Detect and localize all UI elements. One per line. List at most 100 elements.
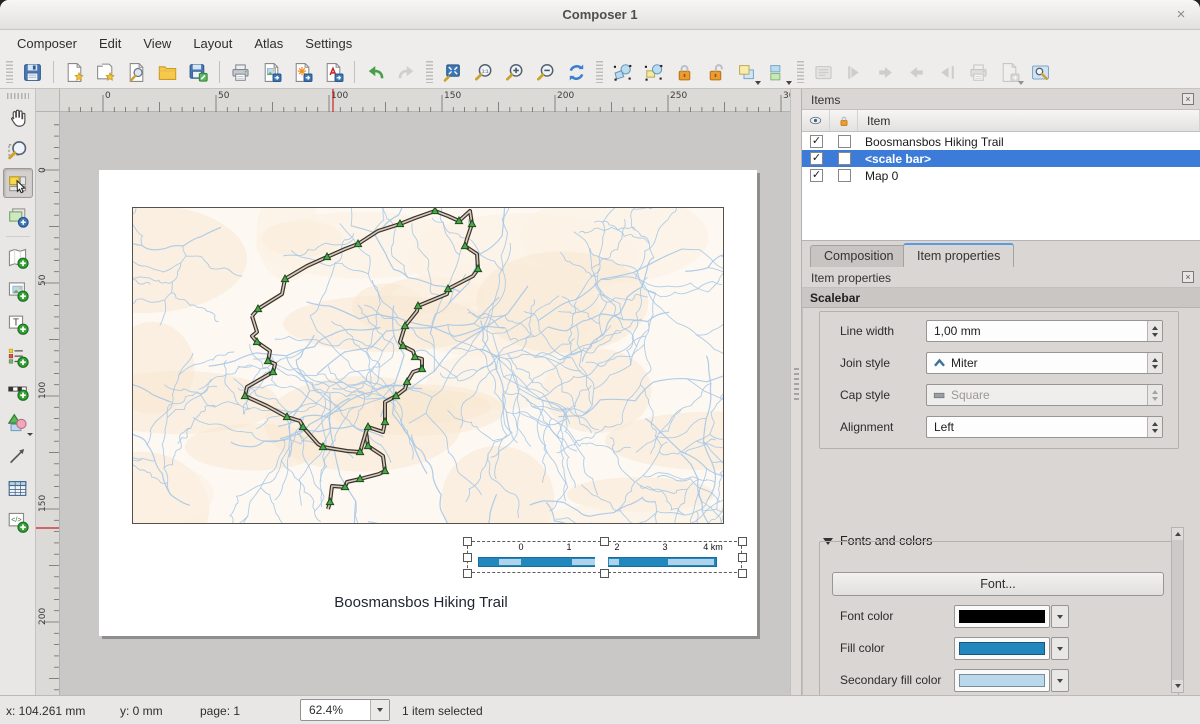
properties-scrollbar[interactable] [1171, 527, 1184, 693]
lock-checkbox[interactable] [838, 169, 851, 182]
add-label-tool-button[interactable]: T [3, 308, 33, 338]
export-image-button[interactable] [256, 58, 287, 86]
add-arrow-tool-button[interactable] [3, 440, 33, 470]
selection-handle[interactable] [600, 569, 609, 578]
load-template-icon [157, 62, 178, 83]
combo-alignment[interactable]: Left [926, 416, 1163, 438]
style-group: Line width1,00 mmJoin styleMiterCap styl… [819, 311, 1179, 449]
map-title-label[interactable]: Boosmansbos Hiking Trail [99, 594, 743, 611]
refresh-view-button[interactable] [561, 58, 592, 86]
tab-composition[interactable]: Composition [810, 245, 907, 267]
tab-item-properties[interactable]: Item properties [903, 243, 1014, 267]
close-items-panel-button[interactable]: × [1182, 93, 1194, 105]
selection-handle[interactable] [600, 537, 609, 546]
duplicate-composition-button[interactable] [90, 58, 121, 86]
color-dropdown-icon[interactable] [1051, 637, 1069, 660]
add-scalebar-tool-button[interactable] [3, 374, 33, 404]
combo-join-style[interactable]: Miter [926, 352, 1163, 374]
item-row[interactable]: ✓Map 0 [802, 167, 1200, 184]
close-properties-panel-button[interactable]: × [1182, 271, 1194, 283]
add-shape-tool-button[interactable] [3, 407, 33, 437]
export-svg-button[interactable] [287, 58, 318, 86]
menu-item-layout[interactable]: Layout [182, 32, 243, 55]
load-template-button[interactable] [152, 58, 183, 86]
new-composition-button[interactable] [59, 58, 90, 86]
atlas-settings-icon [1030, 62, 1051, 83]
zoom-level-combo[interactable]: 62.4% [300, 699, 390, 721]
menu-item-settings[interactable]: Settings [294, 32, 363, 55]
selection-handle[interactable] [738, 553, 747, 562]
save-composition-button[interactable] [17, 58, 48, 86]
item-row[interactable]: ✓Boosmansbos Hiking Trail [802, 133, 1200, 150]
scroll-down-icon[interactable] [1172, 680, 1183, 692]
selection-handle[interactable] [738, 569, 747, 578]
zoom-in-button[interactable] [499, 58, 530, 86]
item-row[interactable]: ✓<scale bar> [802, 150, 1200, 167]
spin-arrows-icon[interactable] [1147, 353, 1162, 373]
composition-canvas[interactable]: Boosmansbos Hiking Trail 01234 km [60, 112, 790, 695]
visibility-checkbox[interactable]: ✓ [810, 169, 823, 182]
spin-arrows-icon[interactable] [1147, 321, 1162, 341]
lock-items-icon [674, 62, 695, 83]
print-button[interactable] [225, 58, 256, 86]
selection-handle[interactable] [463, 569, 472, 578]
menu-item-edit[interactable]: Edit [88, 32, 132, 55]
select-move-item-button[interactable] [607, 58, 638, 86]
save-template-button[interactable] [183, 58, 214, 86]
composer-manager-button[interactable] [121, 58, 152, 86]
group-items-button[interactable] [731, 58, 762, 86]
add-map-tool-button[interactable] [3, 242, 33, 272]
panel-splitter[interactable] [790, 89, 802, 695]
selection-handle[interactable] [738, 537, 747, 546]
paper-page[interactable]: Boosmansbos Hiking Trail 01234 km [99, 170, 757, 636]
svg-text:100: 100 [38, 382, 48, 399]
selection-handle[interactable] [463, 537, 472, 546]
add-image-tool-button[interactable] [3, 275, 33, 305]
raise-items-button[interactable] [762, 58, 793, 86]
unlock-items-button[interactable] [700, 58, 731, 86]
fill-color-button[interactable] [954, 637, 1050, 660]
window-close-icon[interactable]: × [1172, 6, 1190, 24]
export-pdf-button[interactable] [318, 58, 349, 86]
lock-items-button[interactable] [669, 58, 700, 86]
spin-arrows-icon[interactable] [1147, 417, 1162, 437]
menu-item-composer[interactable]: Composer [6, 32, 88, 55]
atlas-next-button [901, 58, 932, 86]
selection-handle[interactable] [463, 553, 472, 562]
spin-arrows-icon[interactable] [1147, 385, 1162, 405]
zoom-tool-button[interactable] [3, 135, 33, 165]
pan-tool-button[interactable] [3, 102, 33, 132]
combo-dropdown-icon[interactable] [370, 700, 389, 720]
spinbox-line-width[interactable]: 1,00 mm [926, 320, 1163, 342]
atlas-settings-button[interactable] [1025, 58, 1056, 86]
zoom-full-button[interactable] [437, 58, 468, 86]
move-item-content-button[interactable] [638, 58, 669, 86]
add-html-tool-button[interactable]: </> [3, 506, 33, 536]
add-legend-tool-button[interactable] [3, 341, 33, 371]
map-item[interactable] [132, 207, 724, 524]
add-table-tool-button[interactable] [3, 473, 33, 503]
menu-item-atlas[interactable]: Atlas [243, 32, 294, 55]
visibility-checkbox[interactable]: ✓ [810, 152, 823, 165]
redo-button [391, 58, 422, 86]
color-dropdown-icon[interactable] [1051, 669, 1069, 692]
scalebar-item[interactable]: 01234 km [467, 541, 742, 573]
color-dropdown-icon[interactable] [1051, 605, 1069, 628]
font-button[interactable]: Font... [832, 572, 1164, 596]
visibility-checkbox[interactable]: ✓ [810, 135, 823, 148]
atlas-first-icon [844, 62, 865, 83]
items-list-header: Item [802, 110, 1200, 132]
lock-checkbox[interactable] [838, 152, 851, 165]
lock-checkbox[interactable] [838, 135, 851, 148]
select-move-item-icon [612, 62, 633, 83]
font-color-button[interactable] [954, 605, 1050, 628]
scroll-up-icon[interactable] [1172, 528, 1183, 540]
menu-item-view[interactable]: View [132, 32, 182, 55]
select-move-item-tool-button[interactable] [3, 168, 33, 198]
zoom-out-button[interactable] [530, 58, 561, 86]
undo-button[interactable] [360, 58, 391, 86]
secondary-fill-color-button[interactable] [954, 669, 1050, 692]
zoom-actual-button[interactable]: 1:1 [468, 58, 499, 86]
add-legend-icon [6, 345, 29, 368]
move-item-content-tool-button[interactable] [3, 201, 33, 231]
